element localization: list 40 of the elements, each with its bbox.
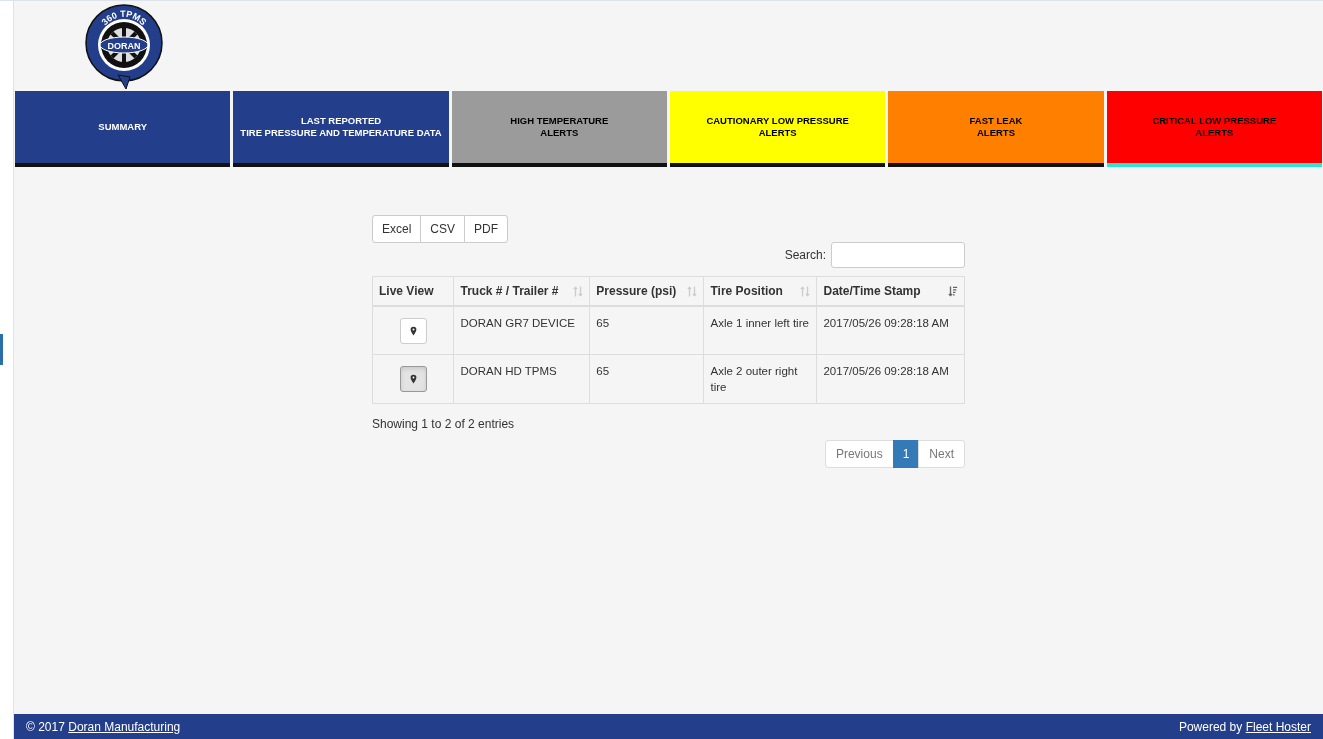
nav-tab[interactable]: FAST LEAK ALERTS (888, 91, 1104, 167)
table-cell: Axle 1 inner left tire (703, 306, 817, 355)
export-button[interactable]: PDF (464, 215, 509, 243)
table-cell: 65 (589, 354, 704, 404)
column-header: Live View (379, 284, 434, 298)
export-button[interactable]: CSV (420, 215, 466, 243)
nav-tab[interactable]: HIGH TEMPERATURE ALERTS (451, 91, 667, 167)
logo-ring-text: 360 TPMS (99, 8, 149, 28)
sort-descending-icon[interactable] (948, 285, 958, 298)
nav-tab[interactable]: LAST REPORTED TIRE PRESSURE AND TEMPERATURE DATA (233, 91, 449, 167)
column-header: Pressure (psi) (596, 284, 677, 298)
table-cell: Axle 2 outer right tire (703, 354, 817, 404)
powered-by-text: Powered by (1178, 719, 1243, 734)
scroll-marker (0, 334, 3, 365)
table-cell: 2017/05/26 09:28:18 AM (816, 354, 965, 404)
search-label: Search: (784, 248, 826, 262)
nav-tab[interactable]: CRITICAL LOW PRESSURE ALERTS (1106, 91, 1322, 167)
fleet-hoster-link[interactable]: Fleet Hoster (1245, 719, 1311, 734)
logo-badge-text: DORAN (107, 40, 141, 51)
table-cell: 65 (589, 306, 704, 355)
nav-tab[interactable]: CAUTIONARY LOW PRESSURE ALERTS (670, 91, 886, 167)
live-view-button[interactable] (399, 317, 427, 344)
table-cell: DORAN GR7 DEVICE (454, 306, 590, 355)
live-view-button[interactable] (399, 366, 427, 392)
column-header: Date/Time Stamp (823, 284, 921, 298)
map-pin-icon (409, 374, 417, 384)
column-header: Tire Position (710, 284, 783, 298)
column-header: Truck # / Trailer # (460, 284, 559, 298)
sort-icon[interactable] (687, 285, 698, 298)
table-cell: 2017/05/26 09:28:18 AM (816, 306, 965, 355)
table-cell: DORAN HD TPMS (454, 354, 590, 404)
company-link[interactable]: Doran Manufacturing (68, 719, 181, 734)
copyright-text: © 2017 (26, 719, 65, 734)
entries-info: Showing 1 to 2 of 2 entries (372, 417, 516, 431)
nav-tab[interactable]: SUMMARY (15, 91, 231, 167)
export-button[interactable]: Excel (372, 215, 422, 243)
sort-icon[interactable] (573, 285, 584, 298)
search-field[interactable] (831, 242, 965, 268)
sort-icon[interactable] (800, 285, 811, 298)
map-pin-icon (409, 325, 417, 336)
